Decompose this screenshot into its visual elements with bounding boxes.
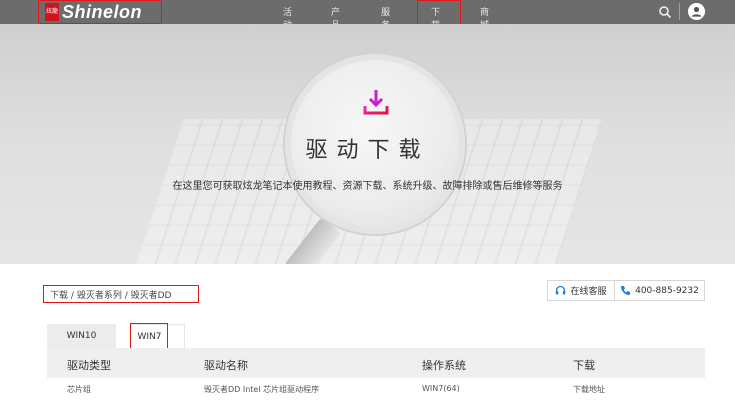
logo-mark-text: 炫龍 [45,8,58,15]
column-header-os: 操作系统 [422,359,466,372]
breadcrumb: 下载 / 毁灭者系列 / 毁灭者DD [43,285,199,303]
cell-os: WIN7(64) [422,384,460,393]
download-link[interactable]: 下载地址 [573,384,605,395]
logo-mark: 炫龍 [45,3,59,21]
page-title: 驱动下载 [305,138,430,163]
online-service-button[interactable]: 在线客服 [548,281,615,300]
cell-driver-name: 毁灭者DD Intel 芯片组驱动程序 [204,385,320,394]
column-header-driver-type: 驱动类型 [67,359,111,372]
top-nav-bar: 炫龍 Shinelon 活动 产品 服务 下载 商城 [0,0,735,31]
download-icon [363,90,389,115]
online-service-label: 在线客服 [570,287,607,297]
user-icon[interactable] [688,3,705,20]
driver-table-header [47,348,705,378]
page-subtitle: 在这里您可获取炫龙笔记本使用教程、资源下载、系统升级、故障排除或售后维修等服务 [172,181,563,192]
phone-contact[interactable]: 400-885-9232 [615,281,704,300]
phone-number: 400-885-9232 [635,285,699,296]
breadcrumb-separator: / [124,291,128,301]
cell-driver-type: 芯片组 [67,385,91,394]
tab-win10-label: WIN10 [66,331,97,341]
search-icon[interactable] [658,5,672,19]
contact-box: 在线客服 400-885-9232 [547,280,705,301]
brand-logo[interactable]: 炫龍 Shinelon [38,0,162,24]
tab-win10[interactable]: WIN10 [47,324,116,348]
breadcrumb-item-series[interactable]: 毁灭者系列 [77,291,122,301]
column-header-download: 下载 [573,359,595,372]
headset-icon [556,285,566,295]
phone-icon [621,286,631,295]
hero-banner: 驱动下载 在这里您可获取炫龙笔记本使用教程、资源下载、系统升级、故障排除或售后维… [0,24,735,264]
breadcrumb-item-download[interactable]: 下载 [50,291,68,301]
column-header-driver-name: 驱动名称 [204,359,248,372]
breadcrumb-separator: / [70,291,74,301]
breadcrumb-item-model: 毁灭者DD [130,291,172,301]
header-divider [679,3,680,20]
tab-win7-highlight [130,323,168,349]
logo-text: Shinelon [62,1,142,22]
